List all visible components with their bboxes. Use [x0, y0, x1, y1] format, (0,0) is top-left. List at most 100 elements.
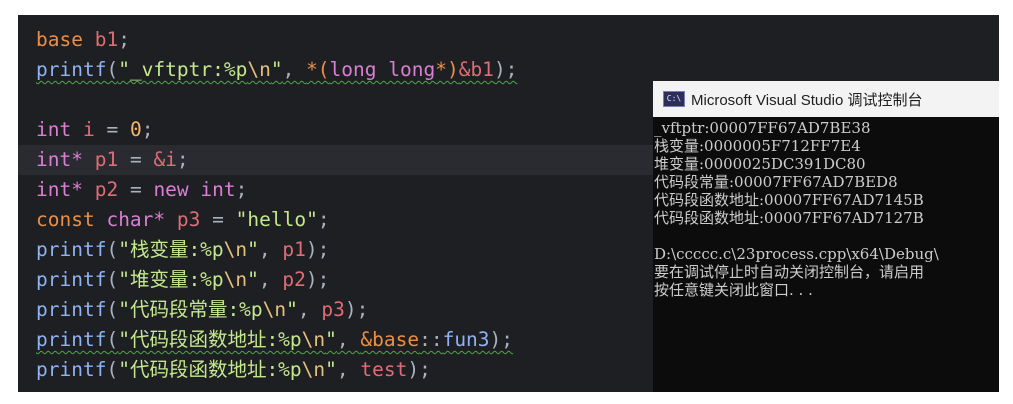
code-token: =	[94, 118, 130, 141]
code-token: p1	[94, 148, 119, 171]
code-token: b1	[94, 28, 119, 51]
code-token: ;	[317, 208, 330, 231]
console-line: 堆变量:0000025DC391DC80	[654, 155, 866, 173]
code-token: (	[106, 58, 119, 81]
code-token: "	[325, 328, 337, 351]
code-token: *)	[435, 58, 459, 81]
code-token: );	[489, 328, 514, 351]
console-line: D:\ccccc.c\23process.cpp\x64\Debug\	[654, 245, 939, 263]
code-line: printf("代码段函数地址:%p\n", test);	[36, 355, 431, 385]
code-token: fun3	[442, 328, 490, 351]
code-token: "堆变量:%p	[118, 268, 224, 291]
console-app-icon: C:\	[663, 91, 685, 107]
console-line: 代码段函数地址:00007FF67AD7127B	[654, 209, 924, 227]
code-token: p3	[176, 208, 201, 231]
code-token: ,	[297, 298, 322, 321]
code-token: \n	[223, 268, 248, 291]
console-line: _vftptr:00007FF67AD7BE38	[654, 119, 871, 137]
code-token: );	[407, 358, 431, 381]
code-token: ;	[118, 28, 130, 51]
code-token: int*	[36, 178, 83, 201]
code-token: );	[493, 58, 518, 81]
console-output: _vftptr:00007FF67AD7BE38 栈变量:0000005F712F…	[653, 119, 999, 299]
code-token: long long	[329, 58, 436, 81]
code-token: "代码段函数地址:%p	[118, 328, 302, 351]
code-token: char*	[106, 208, 166, 231]
code-line: int* p2 = new int;	[36, 175, 247, 205]
code-token: (	[106, 238, 119, 261]
code-token: =	[118, 178, 154, 201]
code-token: ,	[336, 328, 361, 351]
code-token: base	[36, 28, 83, 51]
code-token: "	[286, 298, 298, 321]
code-token: &base	[360, 328, 420, 351]
code-token: ;	[235, 178, 248, 201]
code-token: ;	[141, 118, 154, 141]
code-token: "代码段函数地址:%p	[118, 358, 302, 381]
code-token: printf	[36, 238, 107, 261]
console-line: 要在调试停止时自动关闭控制台，请启用	[654, 263, 925, 281]
code-token: (	[106, 328, 119, 351]
code-token: p2	[94, 178, 119, 201]
code-token: int*	[36, 148, 83, 171]
code-token: printf	[36, 58, 107, 81]
code-token: 0	[129, 118, 142, 141]
code-token: "	[325, 358, 337, 381]
code-token: =	[118, 148, 154, 171]
code-line: int i = 0;	[36, 115, 153, 145]
code-token: *(	[306, 58, 330, 81]
code-token: "栈变量:%p	[118, 238, 224, 261]
code-token: &b1	[458, 58, 494, 81]
console-line: 代码段常量:00007FF67AD7BED8	[654, 173, 898, 191]
code-token: const	[36, 208, 95, 231]
code-token: );	[305, 268, 330, 291]
code-token: ,	[258, 268, 283, 291]
code-token: int	[36, 118, 72, 141]
console-titlebar[interactable]: C:\ Microsoft Visual Studio 调试控制台	[653, 81, 999, 117]
code-line: printf("代码段常量:%p\n", p3);	[36, 295, 368, 325]
code-token: "hello"	[235, 208, 318, 231]
code-token: \n	[247, 58, 271, 81]
code-token: "代码段常量:%p	[118, 298, 263, 321]
code-line: printf("堆变量:%p\n", p2);	[36, 265, 329, 295]
code-line: printf("_vftptr:%p\n", *(long long*)&b1)…	[36, 55, 517, 85]
code-token: "	[247, 268, 259, 291]
code-line: base b1;	[36, 25, 130, 55]
code-token: );	[344, 298, 369, 321]
code-token: printf	[36, 268, 107, 291]
code-token: printf	[36, 298, 107, 321]
code-token: printf	[36, 358, 107, 381]
code-token: (	[106, 298, 119, 321]
code-token: \n	[223, 238, 248, 261]
console-line: 按任意键关闭此窗口. . .	[654, 281, 813, 299]
debug-console-window[interactable]: C:\ Microsoft Visual Studio 调试控制台 _vftpt…	[653, 81, 999, 392]
code-line: printf("代码段函数地址:%p\n", &base::fun3);	[36, 325, 513, 355]
code-token: \n	[301, 358, 326, 381]
code-token: \n	[262, 298, 287, 321]
code-token: p1	[282, 238, 306, 261]
console-line: 栈变量:0000005F712FF7E4	[654, 137, 861, 155]
code-token: ,	[282, 58, 307, 81]
code-token: "_vftptr:%p	[118, 58, 248, 81]
code-token: "	[270, 58, 283, 81]
code-token: new	[153, 178, 189, 201]
code-token: test	[360, 358, 408, 381]
code-token: (	[106, 268, 119, 291]
code-line: printf("栈变量:%p\n", p1);	[36, 235, 329, 265]
code-token: (	[106, 358, 119, 381]
code-token: p3	[321, 298, 345, 321]
console-line: 代码段函数地址:00007FF67AD7145B	[654, 191, 924, 209]
code-line: const char* p3 = "hello";	[36, 205, 330, 235]
code-token: );	[305, 238, 330, 261]
code-token: p2	[282, 268, 306, 291]
console-title: Microsoft Visual Studio 调试控制台	[691, 91, 923, 109]
code-token: ::	[419, 328, 443, 351]
